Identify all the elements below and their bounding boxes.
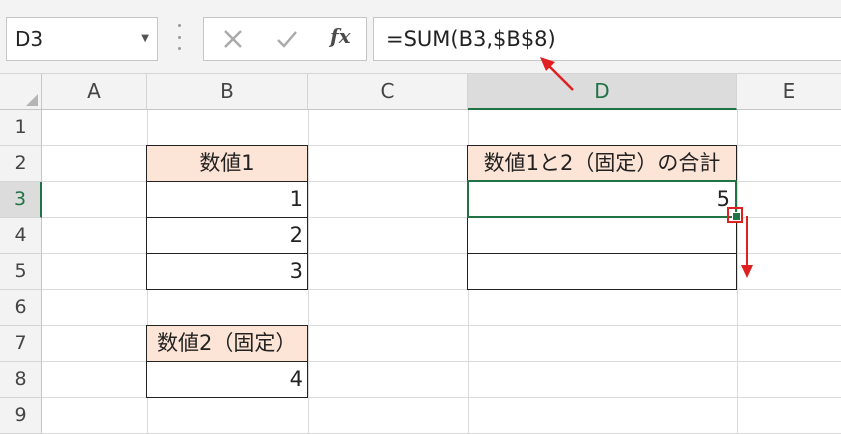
name-box[interactable]: D3 ▼ [6, 17, 158, 61]
row-header-2[interactable]: 2 [0, 146, 42, 182]
formula-input[interactable]: =SUM(B3,$B$8) [373, 17, 841, 61]
row-header-1[interactable]: 1 [0, 110, 42, 146]
check-icon[interactable] [274, 26, 300, 52]
arrow-fill-down [741, 216, 753, 278]
cell-b3[interactable]: 1 [146, 181, 308, 218]
column-header-c[interactable]: C [308, 74, 468, 110]
row-header-4[interactable]: 4 [0, 218, 42, 254]
select-all-corner[interactable] [0, 74, 42, 110]
name-box-value: D3 [15, 27, 44, 51]
column-header-a[interactable]: A [42, 74, 147, 110]
row-header-5[interactable]: 5 [0, 254, 42, 290]
cell-d5[interactable] [467, 253, 737, 290]
cell-d4[interactable] [467, 217, 737, 254]
cell-b4[interactable]: 2 [146, 217, 308, 254]
grid-line [737, 110, 738, 434]
column-header-e[interactable]: E [737, 74, 841, 110]
drag-handle-icon[interactable] [172, 24, 186, 50]
fill-handle[interactable] [732, 212, 741, 221]
row-header-9[interactable]: 9 [0, 398, 42, 434]
formula-text: =SUM(B3,$B$8) [386, 27, 556, 51]
column-header-b[interactable]: B [147, 74, 308, 110]
fx-icon[interactable]: fx [330, 24, 351, 48]
formula-buttons: fx [203, 17, 367, 61]
cell-b8[interactable]: 4 [146, 361, 308, 398]
cell-b5[interactable]: 3 [146, 253, 308, 290]
grid-line [308, 110, 309, 434]
active-cell-border [467, 180, 737, 218]
close-icon[interactable] [220, 26, 246, 52]
formula-toolbar: D3 ▼ fx =SUM(B3,$B$8) [0, 0, 841, 74]
row-header-3[interactable]: 3 [0, 182, 42, 218]
row-header-8[interactable]: 8 [0, 362, 42, 398]
row-header-7[interactable]: 7 [0, 326, 42, 362]
cell-b7[interactable]: 数値2（固定） [146, 325, 308, 362]
column-header-d[interactable]: D [468, 74, 737, 110]
row-header-6[interactable]: 6 [0, 290, 42, 326]
cell-b2[interactable]: 数値1 [146, 145, 308, 182]
chevron-down-icon[interactable]: ▼ [141, 18, 149, 60]
cell-d2[interactable]: 数値1と2（固定）の合計 [467, 145, 737, 182]
